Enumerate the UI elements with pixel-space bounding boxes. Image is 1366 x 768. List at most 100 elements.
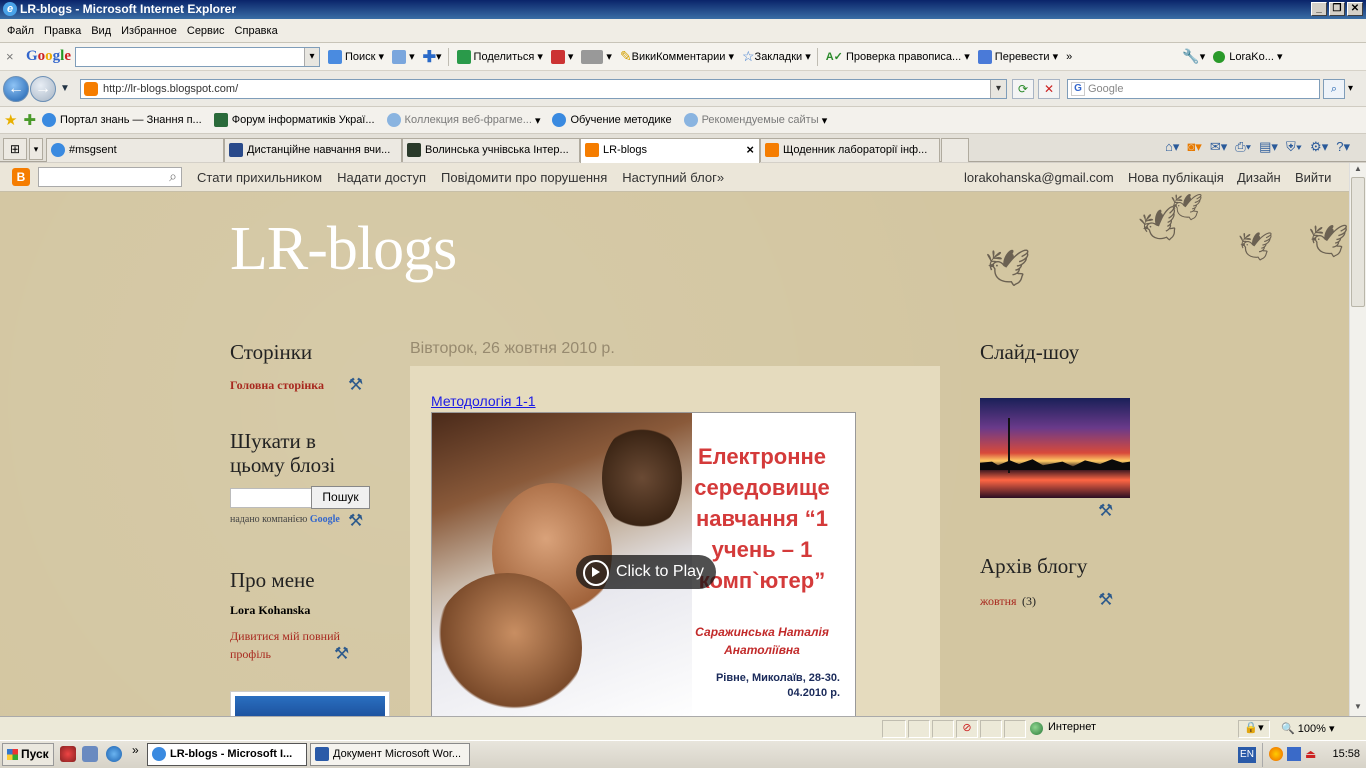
mail-icon[interactable]: ✉▾ — [1210, 139, 1227, 155]
logout-link[interactable]: Вийти — [1295, 170, 1331, 185]
new-tab-button[interactable] — [941, 138, 969, 162]
home-page-link[interactable]: Головна сторінка — [230, 378, 324, 393]
scroll-thumb[interactable] — [1351, 177, 1365, 307]
account-button[interactable]: LoraKo... ▾ — [1213, 50, 1282, 63]
edit-widget-icon[interactable]: ⚒ — [1098, 591, 1118, 611]
blogger-logo-icon[interactable]: B — [12, 168, 30, 186]
tab-msgsent[interactable]: #msgsent — [46, 138, 224, 162]
security-zone[interactable]: Интернет — [1030, 721, 1096, 735]
opera-icon[interactable] — [60, 746, 76, 762]
tab-lr-blogs[interactable]: LR-blogs × — [580, 138, 760, 163]
next-blog-link[interactable]: Наступний блог» — [622, 170, 724, 185]
search-go-button[interactable]: ⌕ — [1323, 79, 1345, 99]
safely-remove-icon[interactable]: ⏏ — [1305, 747, 1316, 761]
url-input[interactable]: http://lr-blogs.blogspot.com/ — [80, 79, 1007, 99]
favorite-link-forum[interactable]: Форум інформатиків Украї... — [213, 113, 375, 127]
blog-search-button[interactable]: Пошук — [311, 486, 370, 509]
scroll-down-icon[interactable]: ▼ — [1351, 702, 1365, 715]
help-icon[interactable]: ?▾ — [1336, 139, 1350, 155]
history-dropdown-icon[interactable]: ▼ — [60, 83, 70, 94]
news-button[interactable]: ▾ — [392, 49, 415, 64]
forward-button[interactable]: → — [30, 76, 56, 102]
zoom-level[interactable]: 🔍 100% ▾ — [1281, 722, 1334, 735]
desktop-icon[interactable] — [82, 746, 98, 762]
autofill-button[interactable]: ▾ — [581, 49, 612, 64]
edit-widget-icon[interactable]: ⚒ — [1098, 502, 1118, 522]
scroll-up-icon[interactable]: ▲ — [1351, 164, 1365, 177]
favorite-link-training[interactable]: Обучение методике — [552, 113, 672, 127]
refresh-button[interactable]: ⟳ — [1012, 79, 1034, 99]
stop-button[interactable]: ✕ — [1038, 79, 1060, 99]
slideshare-embed[interactable]: Електронне середовище навчання “1 учень … — [431, 412, 856, 716]
bookmarks-button[interactable]: ☆ Закладки ▾ — [742, 48, 811, 65]
share-button[interactable]: Поделиться ▾ — [456, 49, 543, 64]
menu-help[interactable]: Справка — [234, 25, 287, 37]
favorite-suggested-sites[interactable]: Рекомендуемые сайты ▾ — [683, 113, 827, 127]
report-abuse-link[interactable]: Повідомити про порушення — [441, 170, 607, 185]
safety-icon[interactable]: ⛨▾ — [1286, 139, 1302, 155]
add-favorite-icon[interactable]: ✚ — [23, 111, 36, 129]
tab-lab-diary[interactable]: Щоденник лабораторії інф... — [760, 138, 940, 162]
wiki-comments-button[interactable]: ✎ ВикиКомментарии ▾ — [620, 48, 734, 65]
clock[interactable]: 15:58 — [1332, 748, 1360, 760]
google-search-button[interactable]: Поиск ▾ — [328, 49, 384, 64]
author-name[interactable]: Lora Kohanska — [230, 603, 310, 618]
menu-file[interactable]: Файл — [6, 25, 43, 37]
tools-gear-icon[interactable]: ⚙▾ — [1310, 139, 1328, 155]
follow-link[interactable]: Стати прихильником — [197, 170, 322, 185]
slideshow-image[interactable] — [980, 398, 1130, 498]
search-options-icon[interactable]: ▾ — [1348, 83, 1353, 94]
blogger-search-input[interactable] — [38, 167, 182, 187]
taskbar-item-ie[interactable]: LR-blogs - Microsoft I... — [147, 743, 307, 766]
ie-launch-icon[interactable] — [106, 746, 122, 762]
quick-tabs-button[interactable]: ⊞ — [3, 138, 27, 160]
more-chevron-icon[interactable]: » — [1066, 51, 1072, 63]
spellcheck-button[interactable]: A✓ Проверка правописа... ▾ — [826, 50, 970, 64]
tab-distance-learning[interactable]: Дистанційне навчання вчи... — [224, 138, 402, 162]
network-icon[interactable] — [1287, 747, 1301, 761]
start-button[interactable]: Пуск — [2, 743, 54, 766]
back-button[interactable]: ← — [3, 76, 29, 102]
share-link[interactable]: Надати доступ — [337, 170, 426, 185]
print-icon[interactable]: ⎙▾ — [1235, 139, 1251, 155]
click-to-play-button[interactable]: Click to Play — [576, 555, 717, 589]
close-window-button[interactable]: ✕ — [1347, 2, 1363, 16]
rss-icon[interactable]: ◙▾ — [1187, 139, 1201, 155]
restore-button[interactable]: ❐ — [1329, 2, 1345, 16]
google-search-input[interactable] — [75, 46, 321, 67]
menu-edit[interactable]: Правка — [43, 25, 90, 37]
quicklaunch-chevron-icon[interactable]: » — [132, 743, 139, 757]
language-indicator[interactable]: EN — [1238, 747, 1256, 763]
blog-search-input[interactable] — [230, 488, 312, 508]
close-toolbar-icon[interactable]: × — [6, 49, 22, 64]
protected-mode-icon[interactable]: 🔒▾ — [1238, 720, 1270, 738]
favorite-link-portal[interactable]: Портал знань — Знання п... — [42, 113, 202, 127]
new-post-link[interactable]: Нова публікація — [1128, 170, 1224, 185]
minimize-button[interactable]: _ — [1311, 2, 1327, 16]
taskbar-item-word[interactable]: Документ Microsoft Wor... — [310, 743, 470, 766]
post-title-link[interactable]: Методологія 1-1 — [431, 393, 536, 409]
menu-view[interactable]: Вид — [90, 25, 120, 37]
favorite-webslices[interactable]: Коллекция веб-фрагме... ▾ — [386, 113, 540, 127]
tray-app-icon[interactable] — [1269, 747, 1283, 761]
menu-tools[interactable]: Сервис — [186, 25, 234, 37]
privacy-icon[interactable]: ⊘ — [956, 720, 978, 738]
settings-wrench-button[interactable]: 🔧 ▾ — [1182, 48, 1205, 65]
vertical-scrollbar[interactable]: ▲ ▼ — [1349, 163, 1366, 716]
popup-blocker-button[interactable]: ▾ — [550, 49, 573, 64]
edit-widget-icon[interactable]: ⚒ — [348, 512, 368, 532]
close-tab-icon[interactable]: × — [746, 139, 754, 161]
translate-button[interactable]: Перевести ▾ — [977, 49, 1058, 64]
home-icon[interactable]: ⌂▾ — [1165, 139, 1179, 155]
tab-list-button[interactable]: ▾ — [29, 138, 43, 160]
favorites-star-icon[interactable]: ★ — [4, 111, 17, 129]
archive-month-link[interactable]: жовтня — [980, 594, 1017, 609]
menu-favorites[interactable]: Избранное — [120, 25, 186, 37]
plus-button[interactable]: ✚ ▾ — [423, 47, 442, 67]
edit-widget-icon[interactable]: ⚒ — [348, 376, 368, 396]
web-search-input[interactable]: G Google — [1067, 79, 1320, 99]
tab-volyn[interactable]: Волинська учнівська Інтер... — [402, 138, 580, 162]
edit-widget-icon[interactable]: ⚒ — [334, 645, 354, 665]
blog-title[interactable]: LR-blogs — [230, 214, 457, 285]
design-link[interactable]: Дизайн — [1237, 170, 1281, 185]
